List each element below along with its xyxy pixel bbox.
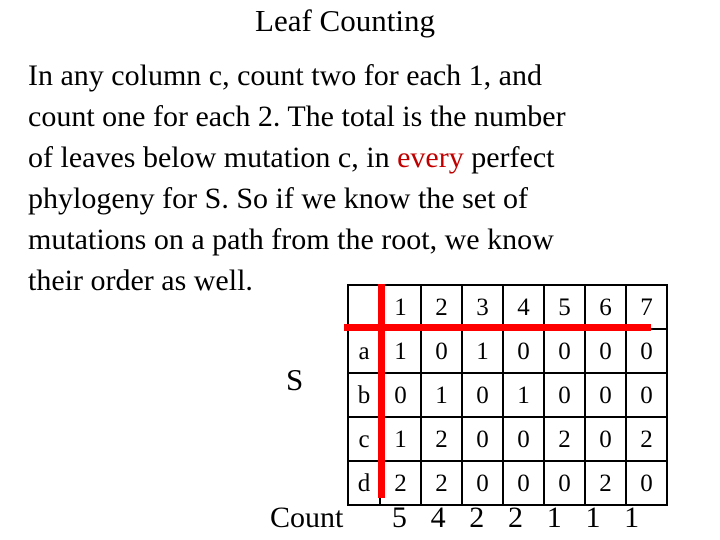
matrix-row-d: d2200020 [347,460,668,506]
matrix-cell-b-1: 0 [379,372,422,418]
count-row: Count 5422111 [0,500,720,540]
red-vertical-guide-line [378,284,385,498]
matrix-row-label-c: c [347,416,381,462]
matrix-cell-a-1: 1 [379,328,422,374]
matrix-cell-b-7: 0 [625,372,668,418]
matrix-cell-a-2: 0 [420,328,463,374]
matrix-cell-d-2: 2 [420,460,463,506]
matrix-column-header-3: 3 [461,284,504,330]
matrix-cell-a-7: 0 [625,328,668,374]
matrix-cell-c-2: 2 [420,416,463,462]
matrix-cell-d-4: 0 [502,460,545,506]
matrix-cell-d-6: 2 [584,460,627,506]
count-value-col-2: 4 [430,501,446,534]
matrix-row-c: c1200202 [347,416,668,462]
body-text-run: perfect [463,141,555,174]
matrix-cell-c-5: 2 [543,416,586,462]
matrix-row-label-b: b [347,372,381,418]
character-matrix-table: 1234567a1010000b0101000c1200202d2200020 [347,284,668,506]
matrix-cell-a-3: 1 [461,328,504,374]
matrix-cell-d-7: 0 [625,460,668,506]
matrix-cell-d-3: 0 [461,460,504,506]
matrix-column-header-2: 2 [420,284,463,330]
matrix-cell-b-6: 0 [584,372,627,418]
body-line-1: In any column c, count two for each 1, a… [28,55,700,96]
body-text-run: count one for each 2. The total is the n… [28,100,566,133]
count-value-col-3: 2 [469,501,485,534]
count-value-col-5: 1 [546,501,562,534]
body-line-4: phylogeny for S. So if we know the set o… [28,178,700,219]
body-paragraph: In any column c, count two for each 1, a… [28,55,700,301]
matrix-cell-d-5: 0 [543,460,586,506]
matrix-row-b: b0101000 [347,372,668,418]
matrix-cell-a-5: 0 [543,328,586,374]
matrix-row-a: a1010000 [347,328,668,374]
body-text-run: their order as well. [28,264,253,297]
matrix-cell-b-3: 0 [461,372,504,418]
set-label-s: S [286,362,304,397]
matrix-cell-c-3: 0 [461,416,504,462]
matrix-column-header-1: 1 [379,284,422,330]
matrix-column-header-7: 7 [625,284,668,330]
matrix-column-header-5: 5 [543,284,586,330]
matrix-cell-c-1: 1 [379,416,422,462]
matrix-cell-b-4: 1 [502,372,545,418]
body-emphasis-text: every [397,141,464,174]
matrix-cell-b-5: 0 [543,372,586,418]
count-values: 5422111 [349,500,651,536]
matrix-header-row: 1234567 [347,284,668,330]
count-value-col-6: 1 [585,501,601,534]
matrix-column-header-6: 6 [584,284,627,330]
matrix-cell-c-6: 0 [584,416,627,462]
body-line-2: count one for each 2. The total is the n… [28,96,700,137]
matrix-corner-cell [347,284,381,330]
matrix-row-label-a: a [347,328,381,374]
count-value-col-1: 5 [391,501,407,534]
matrix-cell-c-7: 2 [625,416,668,462]
matrix-cell-c-4: 0 [502,416,545,462]
slide-canvas: Leaf Counting In any column c, count two… [0,0,720,540]
matrix-cell-a-6: 0 [584,328,627,374]
count-label: Count [270,501,344,534]
matrix-cell-b-2: 1 [420,372,463,418]
matrix-cell-a-4: 0 [502,328,545,374]
body-text-run: of leaves below mutation c, in [28,141,398,174]
red-horizontal-guide-line [344,324,651,331]
count-value-col-4: 2 [508,501,524,534]
count-value-col-7: 1 [624,501,640,534]
matrix-column-header-4: 4 [502,284,545,330]
matrix-cell-d-1: 2 [379,460,422,506]
body-line-5: mutations on a path from the root, we kn… [28,219,700,260]
body-text-run: phylogeny for S. So if we know the set o… [28,182,528,215]
character-matrix-wrapper: 1234567a1010000b0101000c1200202d2200020 [344,284,668,506]
page-title: Leaf Counting [255,3,435,38]
body-text-run: In any column c, count two for each 1, a… [28,59,542,92]
body-line-3: of leaves below mutation c, in every per… [28,137,700,178]
body-text-run: mutations on a path from the root, we kn… [28,223,554,256]
matrix-row-label-d: d [347,460,381,506]
